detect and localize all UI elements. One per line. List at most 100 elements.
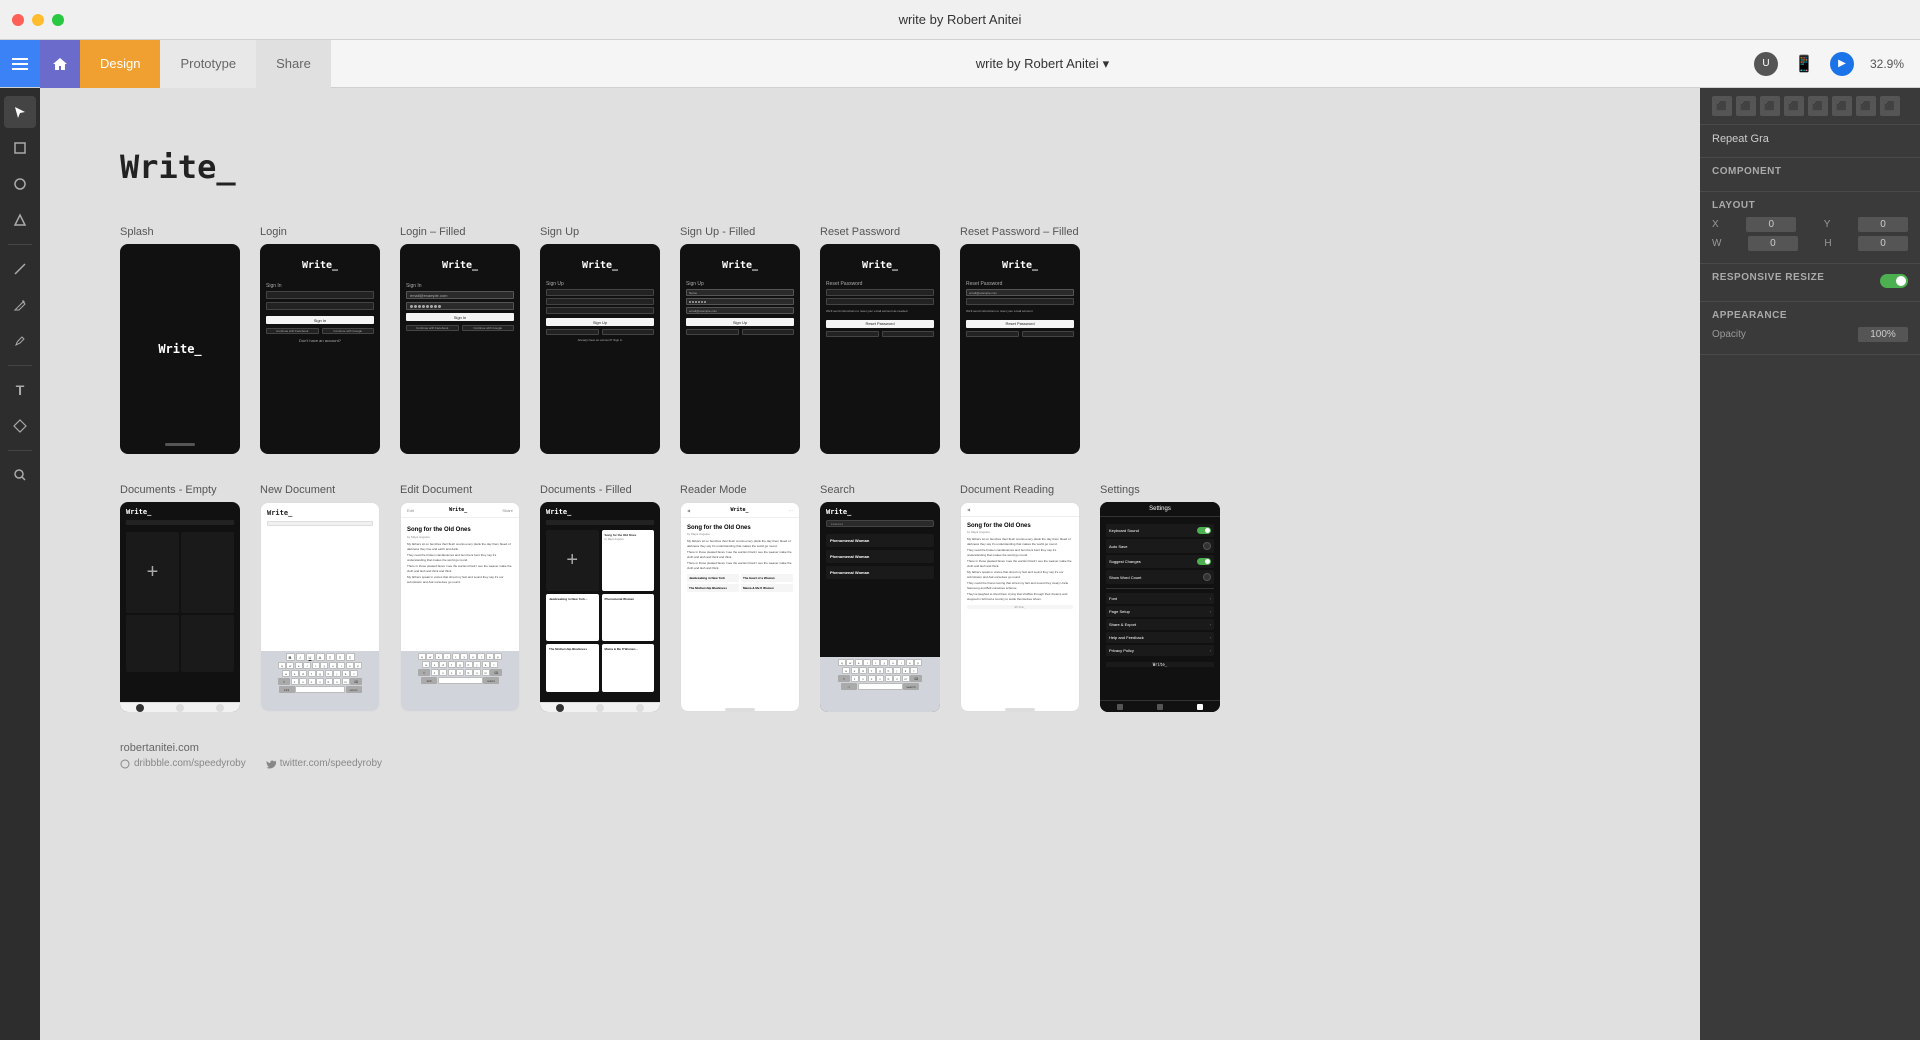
- screen-frame-documents-filled[interactable]: Write_ + Song for the Old Ones by Maya A…: [540, 502, 660, 712]
- screen-frame-signup[interactable]: Write_ Sign Up Sign Up: [540, 244, 660, 454]
- select-tool[interactable]: [4, 96, 36, 128]
- filled-bottom-tab-1[interactable]: [556, 704, 564, 712]
- canvas-title: Write_: [120, 148, 1620, 186]
- screen-frame-document-reading[interactable]: ◀ Song for the Old Ones by Maya Angelou …: [960, 502, 1080, 712]
- screen-frame-documents-empty[interactable]: Write_ +: [120, 502, 240, 712]
- screen-frame-login-filled[interactable]: Write_ Sign In email@example.com: [400, 244, 520, 454]
- footer-twitter[interactable]: twitter.com/speedyroby: [266, 758, 382, 769]
- screen-new-document: New Document Write_ B: [260, 484, 380, 712]
- align-center-h-btn[interactable]: ⬛: [1736, 96, 1756, 116]
- screen-frame-reader-mode[interactable]: ◀ Write_ ⋯ Song for the Old Ones by Maya…: [680, 502, 800, 712]
- maximize-button[interactable]: [52, 14, 64, 26]
- zoom-level[interactable]: 32.9%: [1870, 57, 1904, 71]
- triangle-icon: [13, 213, 27, 227]
- play-button[interactable]: ▶: [1830, 52, 1854, 76]
- screen-search: Search Write_ Featured Phenomenal Woman …: [820, 484, 940, 712]
- screen-frame-splash[interactable]: Write_: [120, 244, 240, 454]
- y-input[interactable]: [1858, 217, 1908, 232]
- screen-label-new-document: New Document: [260, 484, 380, 496]
- ellipse-tool[interactable]: [4, 168, 36, 200]
- text-tool[interactable]: T: [4, 374, 36, 406]
- settings-tab-3-active[interactable]: [1197, 704, 1203, 710]
- pencil-tool[interactable]: [4, 325, 36, 357]
- screen-frame-new-document[interactable]: Write_ B I U: [260, 502, 380, 712]
- appearance-title: APPEARANCE: [1712, 310, 1908, 321]
- home-icon: [52, 56, 68, 72]
- screen-label-reset-password: Reset Password: [820, 226, 940, 238]
- minimize-button[interactable]: [32, 14, 44, 26]
- screen-frame-reset-password-filled[interactable]: Write_ Reset Password email@example.com …: [960, 244, 1080, 454]
- settings-tab-1[interactable]: [1117, 704, 1123, 710]
- nav-menu-icon[interactable]: [0, 40, 40, 87]
- bottom-tab-3[interactable]: [216, 704, 224, 712]
- opacity-input[interactable]: [1858, 327, 1908, 342]
- align-center-v-btn[interactable]: ⬛: [1808, 96, 1828, 116]
- screen-frame-signup-filled[interactable]: Write_ Sign Up Name email@example.com Si…: [680, 244, 800, 454]
- align-top-btn[interactable]: ⬛: [1784, 96, 1804, 116]
- screen-frame-login[interactable]: Write_ Sign In Sign In Continue with Fac…: [260, 244, 380, 454]
- panel-responsive-section: RESPONSIVE RESIZE: [1700, 264, 1920, 302]
- select-icon: [13, 105, 27, 119]
- x-input[interactable]: [1746, 217, 1796, 232]
- triangle-tool[interactable]: [4, 204, 36, 236]
- rectangle-icon: [13, 141, 27, 155]
- screen-label-document-reading: Document Reading: [960, 484, 1080, 496]
- component-tool[interactable]: [4, 410, 36, 442]
- filled-bottom-tab-3[interactable]: [636, 704, 644, 712]
- w-h-row: W H: [1712, 236, 1908, 251]
- align-bottom-btn[interactable]: ⬛: [1832, 96, 1852, 116]
- align-left-btn[interactable]: ⬛: [1712, 96, 1732, 116]
- close-button[interactable]: [12, 14, 24, 26]
- screen-frame-reset-password[interactable]: Write_ Reset Password We'll send instruc…: [820, 244, 940, 454]
- screens-row-2: Documents - Empty Write_ +: [120, 484, 1620, 712]
- panel-appearance-section: APPEARANCE Opacity: [1700, 302, 1920, 355]
- rectangle-tool[interactable]: [4, 132, 36, 164]
- footer-dribbble[interactable]: dribbble.com/speedyroby: [120, 758, 246, 769]
- bottom-tab-1[interactable]: [136, 704, 144, 712]
- screen-frame-settings[interactable]: Settings Keyboard Sound Auto Save: [1100, 502, 1220, 712]
- screen-reset-password-filled: Reset Password – Filled Write_ Reset Pas…: [960, 226, 1080, 454]
- align-right-btn[interactable]: ⬛: [1760, 96, 1780, 116]
- screen-frame-search[interactable]: Write_ Featured Phenomenal Woman Phenome…: [820, 502, 940, 712]
- repeat-gra-row: Repeat Gra: [1712, 133, 1908, 145]
- titlebar: write by Robert Anitei: [0, 0, 1920, 40]
- dribbble-icon: [120, 759, 130, 769]
- panel-repeat-gra-section: Repeat Gra: [1700, 125, 1920, 158]
- navbar: Design Prototype Share write by Robert A…: [0, 40, 1920, 88]
- h-input[interactable]: [1858, 236, 1908, 251]
- zoom-tool[interactable]: [4, 459, 36, 491]
- x-label: X: [1712, 219, 1719, 230]
- panel-component-title: COMPONENT: [1712, 166, 1908, 177]
- home-button[interactable]: [40, 40, 80, 88]
- component-icon: [13, 419, 27, 433]
- user-avatar[interactable]: U: [1754, 52, 1778, 76]
- settings-tab-2[interactable]: [1157, 704, 1163, 710]
- footer-website: robertanitei.com: [120, 742, 1620, 754]
- zoom-icon: [13, 468, 27, 482]
- distribute-v-btn[interactable]: ⬛: [1880, 96, 1900, 116]
- screen-frame-edit-document[interactable]: Edit Write_ Share Song for the Old Ones …: [400, 502, 520, 712]
- pen-tool[interactable]: [4, 289, 36, 321]
- tab-prototype[interactable]: Prototype: [160, 40, 256, 88]
- distribute-h-btn[interactable]: ⬛: [1856, 96, 1876, 116]
- tab-design[interactable]: Design: [80, 40, 160, 88]
- responsive-toggle[interactable]: [1880, 274, 1908, 288]
- screen-login: Login Write_ Sign In Sign In Continue wi…: [260, 226, 380, 454]
- filled-bottom-tab-2[interactable]: [596, 704, 604, 712]
- w-input[interactable]: [1748, 236, 1798, 251]
- line-icon: [13, 262, 27, 276]
- screen-signup: Sign Up Write_ Sign Up Sign Up: [540, 226, 660, 454]
- opacity-label: Opacity: [1712, 329, 1746, 340]
- project-title[interactable]: write by Robert Anitei ▾: [976, 56, 1109, 72]
- mobile-preview-icon[interactable]: 📱: [1794, 54, 1814, 74]
- panel-layout-title: LAYOUT: [1712, 200, 1908, 211]
- right-panel: ⬛ ⬛ ⬛ ⬛ ⬛ ⬛ ⬛ ⬛ Repeat Gra COMPONENT LAY…: [1700, 88, 1920, 1040]
- tool-divider-1: [8, 244, 32, 245]
- bottom-tab-2[interactable]: [176, 704, 184, 712]
- canvas-area[interactable]: Write_ Splash Write_ Login: [40, 88, 1700, 1040]
- screen-label-search: Search: [820, 484, 940, 496]
- tab-share[interactable]: Share: [256, 40, 331, 88]
- screen-label-reset-password-filled: Reset Password – Filled: [960, 226, 1080, 238]
- responsive-row: RESPONSIVE RESIZE: [1712, 272, 1908, 289]
- line-tool[interactable]: [4, 253, 36, 285]
